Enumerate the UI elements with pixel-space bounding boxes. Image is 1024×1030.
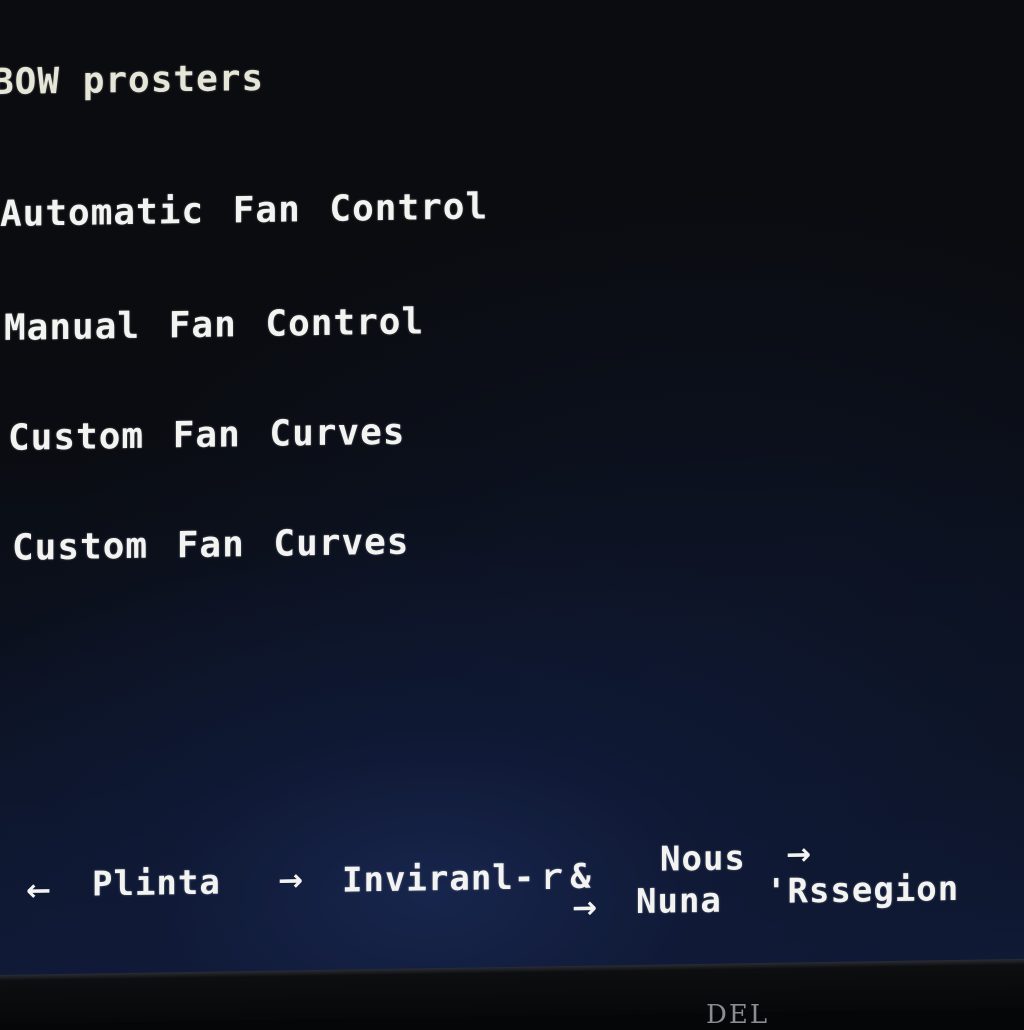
footer-hint-nuna[interactable]: Nuna [636, 881, 722, 922]
brand-logo: DEL [706, 1000, 770, 1030]
footer-hint-plinta[interactable]: Plinta [92, 863, 221, 905]
footer-hint-nous[interactable]: Nous [660, 838, 746, 879]
right-arrow-icon: → [278, 863, 304, 899]
footer-hint-rssegion[interactable]: 'Rssegion [766, 869, 959, 912]
right-arrow-icon: → [572, 890, 598, 927]
menu-item-custom-fan-curves[interactable]: Custom Fan Curves [8, 412, 405, 459]
left-arrow-icon: ← [26, 873, 52, 909]
footer-hint-inviranl[interactable]: Inviranl-ｒ& [342, 849, 592, 902]
menu-item-custom-fan-curves-2[interactable]: Custom Fan Curves [12, 522, 409, 569]
monitor-screen: BOW prosters Automatic Fan Control Manua… [0, 0, 1024, 986]
menu-item-manual-fan-control[interactable]: Manual Fan Control [4, 301, 424, 349]
right-arrow-icon: → [786, 837, 812, 873]
bios-header-title: BOW prosters [0, 57, 265, 104]
menu-item-automatic-fan-control[interactable]: Automatic Fan Control [0, 186, 488, 235]
